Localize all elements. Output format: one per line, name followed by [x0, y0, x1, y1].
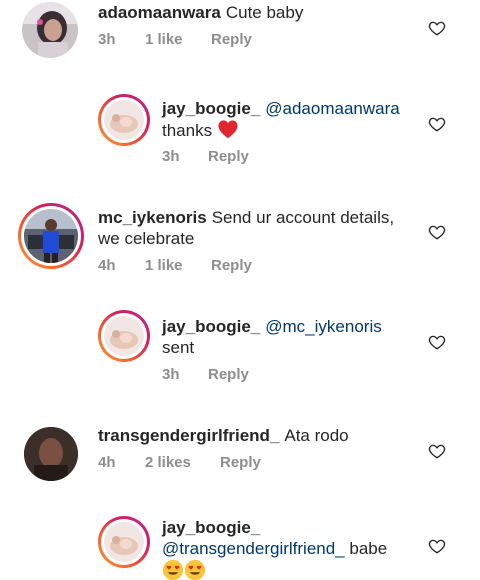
avatar-photo — [24, 209, 78, 263]
comment-username[interactable]: jay_boogie_ — [162, 317, 260, 336]
heart-outline-icon[interactable] — [428, 442, 446, 460]
comment-body: Ata rodo — [284, 426, 349, 445]
comment-mention[interactable]: @adaomaanwara — [265, 99, 399, 118]
heart-eyes-emoji — [184, 559, 206, 580]
comment-body-line2: we celebrate — [98, 229, 195, 248]
avatar-photo — [104, 316, 144, 356]
comment-body: babe — [349, 539, 388, 558]
heart-outline-icon[interactable] — [428, 115, 446, 133]
comment-time: 4h — [98, 454, 116, 471]
reply-comment: jay_boogie_ @mc_iykenoris sent 3h Reply — [0, 305, 480, 415]
heart-eyes-emoji — [162, 559, 184, 580]
comment: transgendergirlfriend_ Ata rodo 4h 2 like… — [0, 415, 480, 510]
reply-button[interactable]: Reply — [208, 366, 249, 383]
reply-button[interactable]: Reply — [220, 454, 261, 471]
avatar[interactable] — [98, 310, 150, 362]
comment-likes[interactable]: 1 like — [145, 257, 183, 274]
avatar[interactable] — [22, 2, 78, 58]
comment-username[interactable]: transgendergirlfriend_ — [98, 426, 279, 445]
reply-button[interactable]: Reply — [211, 257, 252, 274]
comment: adaomaanwara Cute baby 3h 1 like Reply — [0, 0, 480, 90]
avatar[interactable] — [98, 516, 150, 568]
comment-body: Send ur account details, — [211, 208, 395, 227]
avatar-photo — [24, 427, 78, 481]
comment-username[interactable]: jay_boogie_ — [162, 518, 260, 537]
heart-outline-icon[interactable] — [428, 537, 446, 555]
avatar-photo — [22, 2, 78, 58]
reply-button[interactable]: Reply — [211, 31, 252, 48]
comment-text: adaomaanwara Cute baby — [98, 2, 303, 23]
comment-text: jay_boogie_ @adaomaanwara thanks — [162, 98, 400, 141]
comment-time: 4h — [98, 257, 116, 274]
avatar[interactable] — [98, 94, 150, 146]
comment-likes[interactable]: 2 likes — [145, 454, 191, 471]
avatar[interactable] — [24, 427, 78, 481]
heart-outline-icon[interactable] — [428, 223, 446, 241]
comment-text: mc_iykenoris Send ur account details, we … — [98, 207, 394, 249]
heart-outline-icon[interactable] — [428, 333, 446, 351]
comment-mention[interactable]: @mc_iykenoris — [265, 317, 381, 336]
comment-time: 3h — [162, 148, 180, 165]
comment-username[interactable]: jay_boogie_ — [162, 99, 260, 118]
comment-body: sent — [162, 338, 195, 357]
avatar-photo — [104, 100, 144, 140]
comment-likes[interactable]: 1 like — [145, 31, 183, 48]
comment-username[interactable]: mc_iykenoris — [98, 208, 207, 227]
comment-body: Cute baby — [225, 3, 304, 22]
avatar-photo — [104, 522, 144, 562]
reply-comment: jay_boogie_ @adaomaanwara thanks 3h Reply — [0, 90, 480, 200]
comment-text: jay_boogie_ @mc_iykenoris sent — [162, 316, 382, 358]
comment: mc_iykenoris Send ur account details, we … — [0, 200, 480, 305]
reply-comment: jay_boogie_ @transgendergirlfriend_ babe — [0, 510, 480, 580]
avatar[interactable] — [18, 203, 84, 269]
comment-mention[interactable]: @transgendergirlfriend_ — [162, 539, 345, 558]
heart-outline-icon[interactable] — [428, 19, 446, 37]
comment-time: 3h — [98, 31, 116, 48]
red-heart-emoji — [218, 120, 238, 139]
comment-body: thanks — [162, 121, 213, 140]
comment-time: 3h — [162, 366, 180, 383]
comment-text: jay_boogie_ @transgendergirlfriend_ babe — [162, 517, 387, 580]
reply-button[interactable]: Reply — [208, 148, 249, 165]
comment-text: transgendergirlfriend_ Ata rodo — [98, 425, 349, 446]
comment-username[interactable]: adaomaanwara — [98, 3, 221, 22]
